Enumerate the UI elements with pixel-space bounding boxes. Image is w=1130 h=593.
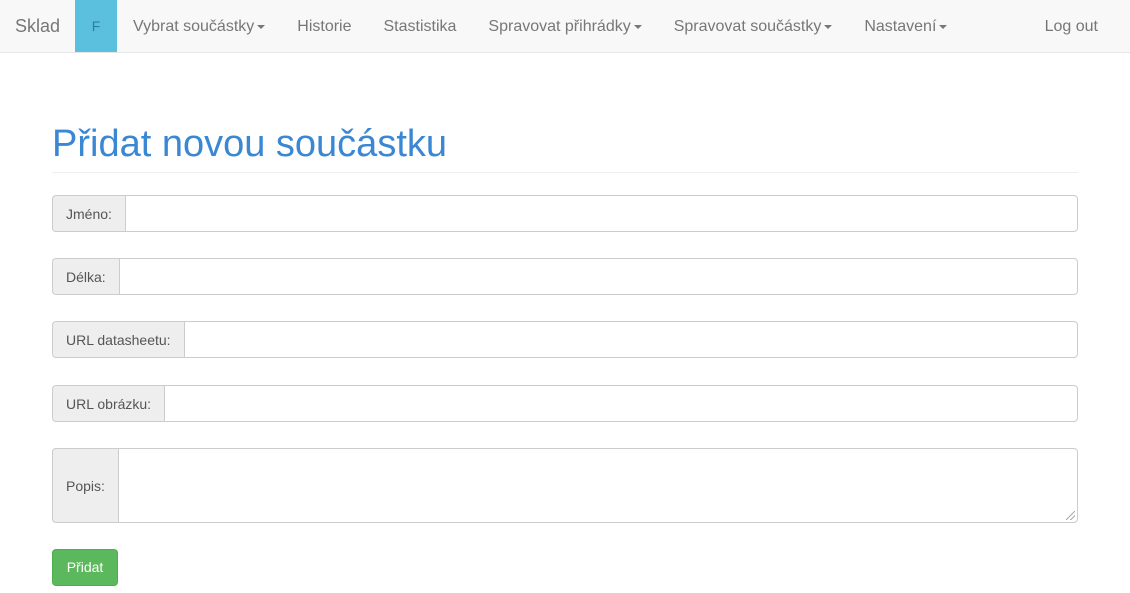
length-input[interactable] [118,258,1078,295]
image-label: URL obrázku: [52,385,165,422]
length-input-group: Délka: [52,258,1078,295]
image-input-group: URL obrázku: [52,385,1078,422]
length-label: Délka: [52,258,119,295]
name-input[interactable] [124,195,1078,232]
brand-badge[interactable]: F [75,0,118,52]
resize-grip-icon[interactable] [1066,511,1075,520]
add-button[interactable]: Přidat [52,549,118,586]
datasheet-label: URL datasheetu: [52,321,184,358]
image-url-input[interactable] [164,385,1078,422]
datasheet-input-group: URL datasheetu: [52,321,1078,358]
name-input-group: Jméno: [52,195,1078,232]
title-divider [52,172,1078,173]
nav-spravovat-soucastky[interactable]: Spravovat součástky [658,0,849,52]
nav-historie[interactable]: Historie [281,0,367,52]
datasheet-url-input[interactable] [183,321,1078,358]
logout-link[interactable]: Log out [1029,0,1130,52]
description-textarea[interactable] [117,448,1078,523]
page-title: Přidat novou součástku [52,123,448,165]
nav-statistika[interactable]: Stastistika [368,0,473,52]
caret-down-icon [939,24,948,29]
nav-vybrat-soucastky[interactable]: Vybrat součástky [117,0,281,52]
top-navbar: Sklad F Vybrat součástky Historie Stasti… [0,0,1130,53]
description-label: Popis: [52,448,118,523]
nav-spravovat-prihradky[interactable]: Spravovat přihrádky [472,0,657,52]
name-label: Jméno: [52,195,125,232]
caret-down-icon [633,24,642,29]
nav-nastaveni[interactable]: Nastavení [848,0,963,52]
caret-down-icon [257,24,266,29]
brand-link[interactable]: Sklad [0,0,75,52]
description-input-group: Popis: [52,448,1078,523]
caret-down-icon [824,24,833,29]
